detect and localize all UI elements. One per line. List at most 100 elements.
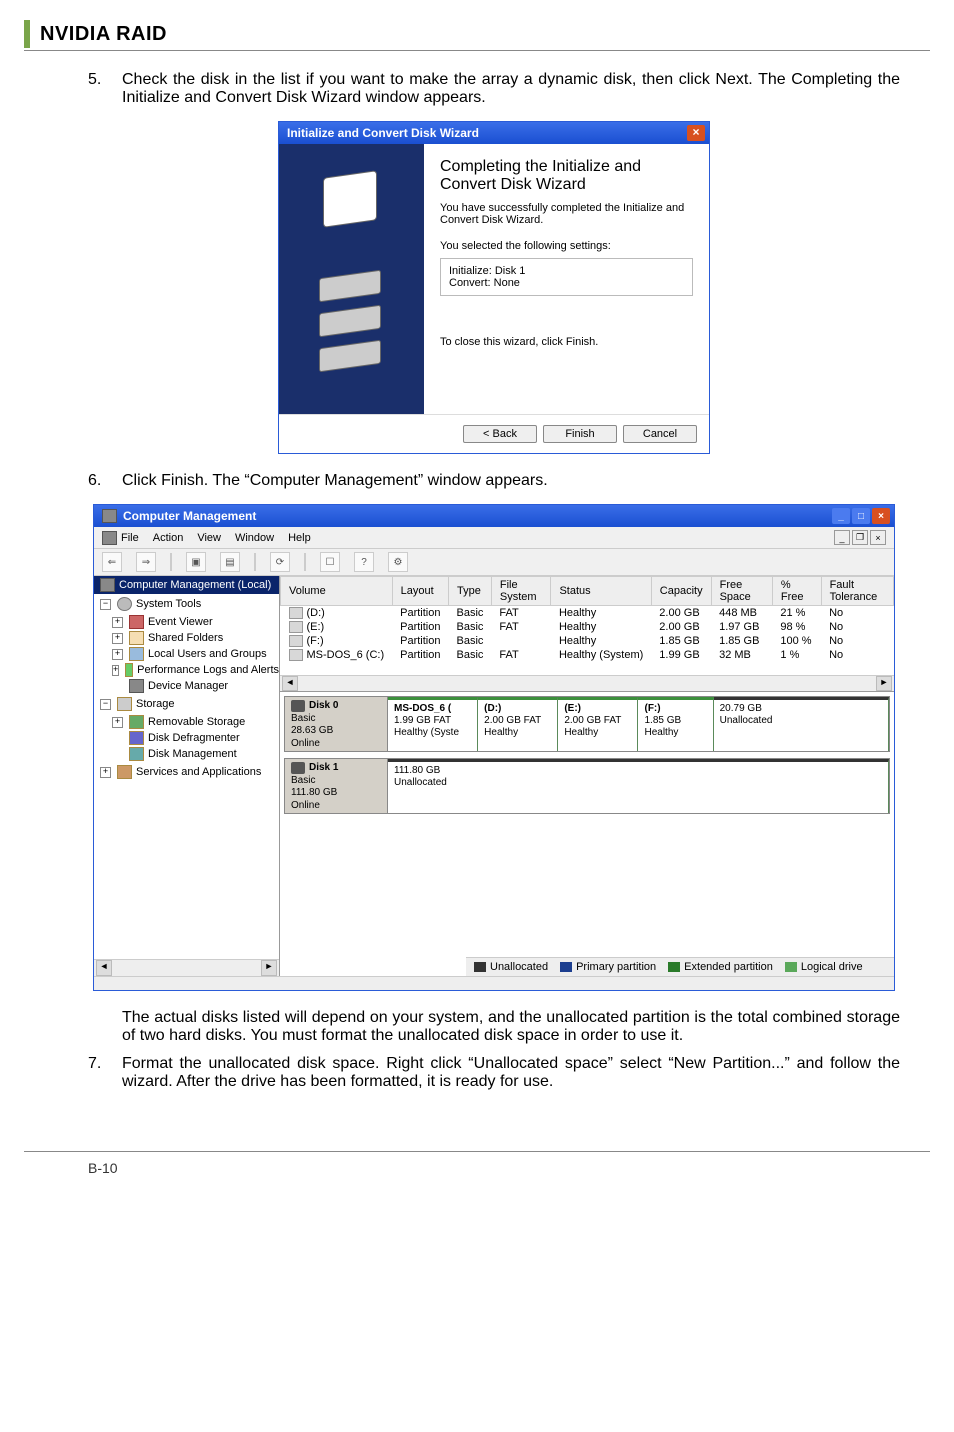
status-bar [94,976,894,990]
col-pctfree[interactable]: % Free [772,577,821,606]
tree-shared-folders[interactable]: +Shared Folders [112,630,279,646]
drive-icon [319,270,381,303]
mgmt-tree-panel[interactable]: Computer Management (Local) −System Tool… [94,576,280,976]
tools-icon [117,597,132,611]
col-type[interactable]: Type [448,577,491,606]
mgmt-menubar[interactable]: File Action View Window Help _ ❐ × [94,527,894,549]
menu-action[interactable]: Action [153,532,184,544]
partition[interactable]: MS-DOS_6 (1.99 GB FATHealthy (Syste [388,697,478,751]
wizard-heading: Completing the Initialize and Convert Di… [440,158,693,194]
list-icon[interactable]: ▤ [220,552,240,572]
app-icon [102,509,117,523]
inner-close-icon[interactable]: × [870,530,886,545]
table-row[interactable]: (D:)PartitionBasicFATHealthy2.00 GB448 M… [281,606,894,621]
wizard-side-graphic [279,144,424,414]
disk-0-row[interactable]: Disk 0 Basic 28.63 GB Online MS-DOS_6 (1… [284,696,890,752]
partition-unallocated[interactable]: 111.80 GBUnallocated [388,759,889,813]
step-6-text: Click Finish. The “Computer Management” … [122,472,548,490]
col-layout[interactable]: Layout [392,577,448,606]
menu-file[interactable]: File [121,532,139,544]
volume-horizontal-scrollbar[interactable]: ◄ ► [280,675,894,691]
col-status[interactable]: Status [551,577,651,606]
col-fault[interactable]: Fault Tolerance [821,577,893,606]
close-icon[interactable]: × [872,508,890,524]
step-5-text: Check the disk in the list if you want t… [122,71,900,107]
brand-accent [24,20,30,48]
wizard-close-hint: To close this wizard, click Finish. [440,336,693,348]
scroll-right-icon[interactable]: ► [876,676,892,691]
menu-view[interactable]: View [197,532,221,544]
tree-horizontal-scrollbar[interactable]: ◄ ► [94,959,279,976]
tree-root[interactable]: Computer Management (Local) [94,576,279,594]
properties-icon[interactable]: ☐ [320,552,340,572]
drive-icon [319,340,381,373]
back-button[interactable]: < Back [463,425,537,443]
table-row[interactable]: MS-DOS_6 (C:)PartitionBasicFATHealthy (S… [281,648,894,662]
mgmt-toolbar[interactable]: ⇐ ⇒ ▣ ▤ ⟳ ☐ ? ⚙ [94,549,894,576]
legend-logical-swatch [785,962,797,972]
defrag-icon [129,731,144,745]
partition-legend: Unallocated Primary partition Extended p… [466,957,894,976]
drive-icon [319,305,381,338]
disk-0-label[interactable]: Disk 0 Basic 28.63 GB Online [285,697,388,751]
tree-perf-logs[interactable]: +Performance Logs and Alerts [112,662,279,678]
step-5: 5. Check the disk in the list if you wan… [88,71,900,107]
wizard-titlebar[interactable]: Initialize and Convert Disk Wizard × [279,122,709,144]
volume-list-panel[interactable]: Volume Layout Type File System Status Ca… [280,576,894,692]
tree-defrag[interactable]: Disk Defragmenter [112,730,279,746]
col-capacity[interactable]: Capacity [651,577,711,606]
col-filesystem[interactable]: File System [491,577,551,606]
disk-1-label[interactable]: Disk 1 Basic 111.80 GB Online [285,759,388,813]
tree-services[interactable]: +Services and Applications [100,764,279,780]
finish-button[interactable]: Finish [543,425,617,443]
scroll-right-icon[interactable]: ► [261,960,277,976]
nav-back-icon[interactable]: ⇐ [102,552,122,572]
partition[interactable]: (D:)2.00 GB FATHealthy [478,697,558,751]
refresh-icon[interactable]: ⟳ [270,552,290,572]
nav-fwd-icon[interactable]: ⇒ [136,552,156,572]
menu-system-icon [102,531,117,545]
menu-window[interactable]: Window [235,532,274,544]
mgmt-titlebar[interactable]: Computer Management _ □ × [94,505,894,527]
partition[interactable]: (F:)1.85 GBHealthy [638,697,713,751]
disk-1-row[interactable]: Disk 1 Basic 111.80 GB Online 111.80 GBU… [284,758,890,814]
step-6: 6. Click Finish. The “Computer Managemen… [88,472,900,490]
up-icon[interactable]: ▣ [186,552,206,572]
scroll-left-icon[interactable]: ◄ [282,676,298,691]
disk-icon [291,762,305,774]
post-mgmt-paragraph: The actual disks listed will depend on y… [122,1009,900,1045]
inner-minimize-icon[interactable]: _ [834,530,850,545]
col-freespace[interactable]: Free Space [711,577,772,606]
tree-removable[interactable]: +Removable Storage [112,714,279,730]
mgmt-title-text: Computer Management [123,509,256,523]
storage-icon [117,697,132,711]
table-row[interactable]: (F:)PartitionBasicHealthy1.85 GB1.85 GB1… [281,634,894,648]
step-7-number: 7. [88,1055,108,1091]
partition[interactable]: (E:)2.00 GB FATHealthy [558,697,638,751]
removable-icon [129,715,144,729]
minimize-icon[interactable]: _ [832,508,850,524]
disk-graphical-panel[interactable]: Disk 0 Basic 28.63 GB Online MS-DOS_6 (1… [280,692,894,976]
tree-local-users[interactable]: +Local Users and Groups [112,646,279,662]
tree-storage[interactable]: −Storage [100,696,279,712]
tree-device-mgr[interactable]: Device Manager [112,678,279,694]
tree-system-tools[interactable]: −System Tools [100,596,279,612]
folder-icon [129,631,144,645]
users-icon [129,647,144,661]
partition-unallocated[interactable]: 20.79 GBUnallocated [714,697,889,751]
scroll-left-icon[interactable]: ◄ [96,960,112,976]
tree-disk-management[interactable]: Disk Management [112,746,279,762]
disk-icon [291,700,305,712]
maximize-icon[interactable]: □ [852,508,870,524]
help-icon[interactable]: ? [354,552,374,572]
table-row[interactable]: (E:)PartitionBasicFATHealthy2.00 GB1.97 … [281,620,894,634]
brand-text: NVIDIA RAID [40,23,167,46]
col-volume[interactable]: Volume [281,577,393,606]
wizard-dialog: Initialize and Convert Disk Wizard × Com… [278,121,710,454]
settings-icon[interactable]: ⚙ [388,552,408,572]
tree-event-viewer[interactable]: +Event Viewer [112,614,279,630]
menu-help[interactable]: Help [288,532,311,544]
close-icon[interactable]: × [687,125,705,141]
cancel-button[interactable]: Cancel [623,425,697,443]
inner-restore-icon[interactable]: ❐ [852,530,868,545]
